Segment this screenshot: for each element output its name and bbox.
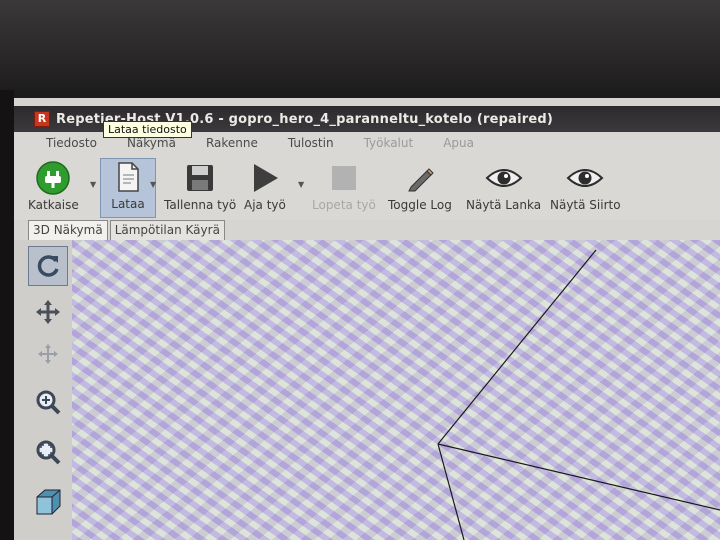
- menu-file[interactable]: Tiedosto: [46, 136, 97, 150]
- view-tools-sidebar: [14, 240, 72, 540]
- run-job-label: Aja työ: [244, 198, 286, 212]
- monitor-bezel-top: [0, 0, 720, 100]
- show-filament-label: Näytä Lanka: [466, 198, 542, 212]
- move-object-icon: [38, 344, 58, 364]
- tab-temperature-curve[interactable]: Lämpötilan Käyrä: [109, 220, 225, 240]
- pencil-icon: [401, 160, 439, 196]
- fit-to-view-button[interactable]: [28, 432, 68, 472]
- toggle-log-label: Toggle Log: [388, 198, 452, 212]
- move-view-button[interactable]: [28, 292, 68, 332]
- main-toolbar: Katkaise ▼ Lataa ▼ Tallenna työ Aja työ …: [14, 154, 720, 220]
- run-job-button[interactable]: Aja työ: [244, 160, 286, 212]
- load-tooltip: Lataa tiedosto: [103, 121, 192, 138]
- isometric-view-button[interactable]: [28, 482, 68, 522]
- stop-icon: [325, 160, 363, 196]
- stop-job-label: Lopeta työ: [312, 198, 376, 212]
- load-dropdown-arrow-icon[interactable]: ▼: [150, 180, 156, 189]
- rotate-icon: [37, 255, 59, 277]
- connect-label: Katkaise: [28, 198, 79, 212]
- document-icon: [109, 159, 147, 195]
- save-job-label: Tallenna työ: [164, 198, 237, 212]
- menu-tools[interactable]: Työkalut: [364, 136, 414, 150]
- zoom-button[interactable]: [28, 382, 68, 422]
- rotate-view-button[interactable]: [28, 246, 68, 286]
- print-bed-outline: [437, 249, 720, 540]
- menu-structure[interactable]: Rakenne: [206, 136, 258, 150]
- floppy-disk-icon: [181, 160, 219, 196]
- eye-icon: [485, 160, 523, 196]
- application-window: R Repetier-Host V1.0.6 - gopro_hero_4_pa…: [14, 98, 720, 540]
- play-icon: [246, 160, 284, 196]
- show-filament-button[interactable]: Näytä Lanka: [466, 160, 541, 212]
- app-logo-icon: R: [34, 111, 50, 127]
- show-travel-button[interactable]: Näytä Siirto: [550, 160, 621, 212]
- view-tabs: 3D Näkymä Lämpötilan Käyrä: [28, 220, 227, 240]
- 3d-viewport[interactable]: [72, 240, 720, 540]
- monitor-bezel-left: [0, 90, 14, 540]
- eye-icon: [566, 160, 604, 196]
- connect-dropdown-arrow-icon[interactable]: ▼: [90, 180, 96, 189]
- menu-view[interactable]: Näkymä: [127, 136, 176, 150]
- cube-icon: [36, 489, 61, 515]
- load-label: Lataa: [111, 197, 145, 211]
- show-travel-label: Näytä Siirto: [550, 198, 621, 212]
- plug-icon: [34, 160, 72, 196]
- connect-button[interactable]: Katkaise: [28, 160, 79, 212]
- toggle-log-button[interactable]: Toggle Log: [388, 160, 452, 212]
- zoom-fit-icon: [36, 440, 61, 465]
- move-arrows-icon: [36, 300, 60, 324]
- menu-printer[interactable]: Tulostin: [288, 136, 334, 150]
- tab-3d-view[interactable]: 3D Näkymä: [28, 220, 108, 240]
- run-dropdown-arrow-icon[interactable]: ▼: [298, 180, 304, 189]
- menu-help[interactable]: Apua: [443, 136, 474, 150]
- save-job-button[interactable]: Tallenna työ: [164, 160, 236, 212]
- stop-job-button[interactable]: Lopeta työ: [312, 160, 376, 212]
- move-object-button[interactable]: [28, 334, 68, 374]
- load-button[interactable]: Lataa: [100, 158, 156, 218]
- zoom-icon: [36, 390, 61, 415]
